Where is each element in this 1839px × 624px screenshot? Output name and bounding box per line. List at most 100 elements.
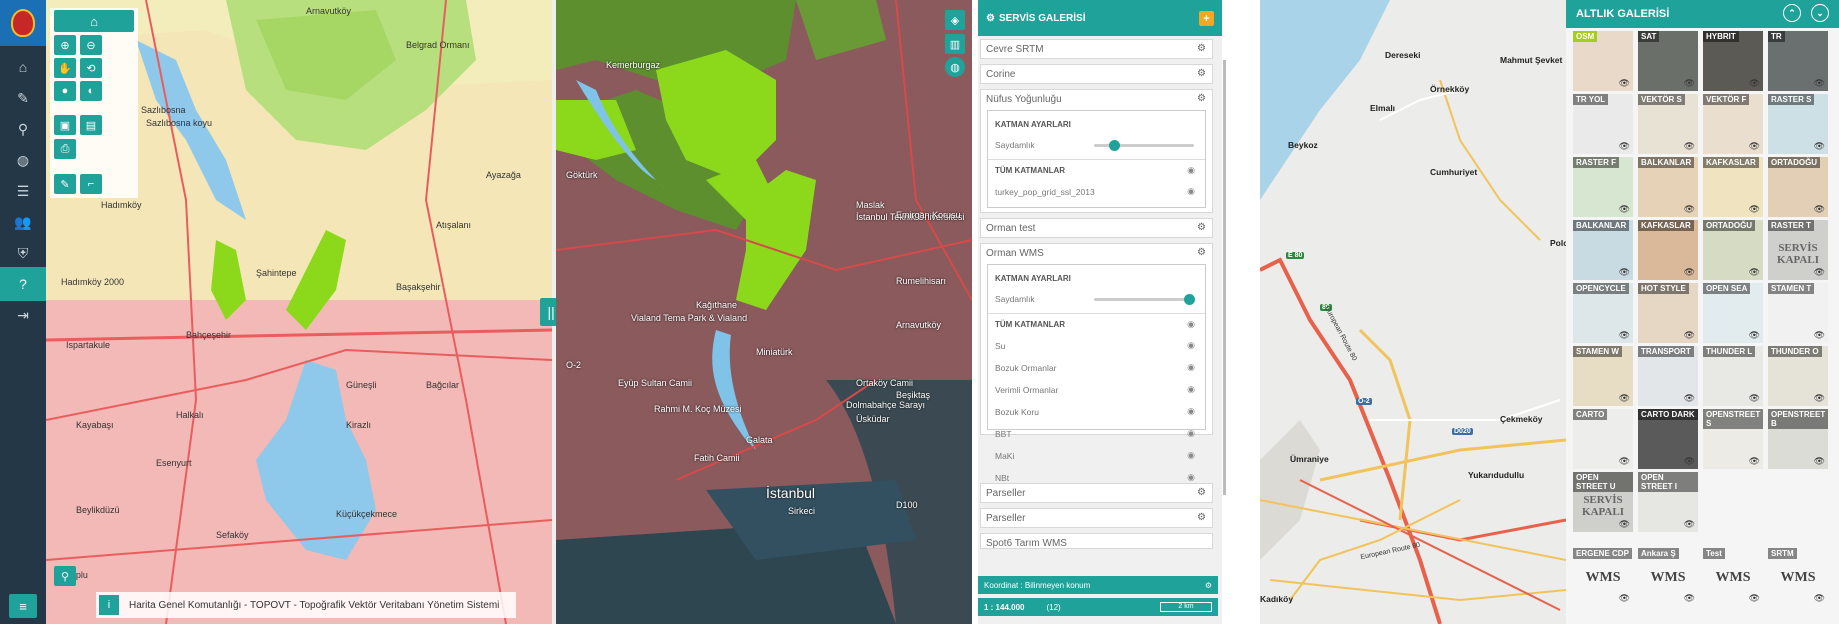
eye-slash-icon[interactable]: 👁 [1684, 393, 1695, 404]
cogs-icon[interactable]: ⚙ [1197, 247, 1206, 258]
basemap-tile[interactable]: RASTER S 👁 [1768, 94, 1828, 154]
eye-icon[interactable]: ◉ [1187, 472, 1195, 483]
draw-icon[interactable]: ✎ [54, 174, 76, 194]
eye-slash-icon[interactable]: 👁 [1619, 141, 1630, 152]
eye-icon[interactable]: ◉ [1187, 362, 1195, 373]
eye-slash-icon[interactable]: 👁 [1619, 393, 1630, 404]
map-left[interactable]: Arnavutköy Belgrad Ormanı Sazlıbosna Sazlıb… [46, 0, 552, 624]
nav-users-icon[interactable]: 👥 [0, 205, 46, 239]
cogs-icon[interactable]: ⚙ [1197, 43, 1206, 54]
layer-item[interactable]: BBT [995, 429, 1012, 439]
eye-slash-icon[interactable]: 👁 [1814, 330, 1825, 341]
eye-icon[interactable]: ◉ [1187, 165, 1195, 176]
cogs-icon[interactable]: ⚙ [1197, 222, 1206, 233]
globe-icon[interactable]: ◍ [945, 57, 965, 77]
service-box-title[interactable]: Orman WMS [986, 248, 1044, 259]
layer-item[interactable]: Bozuk Ormanlar [995, 363, 1056, 373]
basemap-tile[interactable]: TRANSPORT 👁 [1638, 346, 1698, 406]
eye-slash-icon[interactable]: 👁 [1814, 78, 1825, 89]
service-row-spot6[interactable]: Spot6 Tarım WMS [980, 533, 1213, 549]
basemap-tile[interactable]: OPEN SEA 👁 [1703, 283, 1763, 343]
basemap-tile[interactable]: CARTO DARK 👁 [1638, 409, 1698, 469]
eye-slash-icon[interactable]: 👁 [1619, 330, 1630, 341]
eye-icon[interactable]: ◉ [1187, 428, 1195, 439]
nav-help-icon[interactable]: ? [0, 267, 46, 301]
basemap-tile[interactable]: OPEN STREET U SERVİS KAPALI 👁 [1573, 472, 1633, 532]
eye-slash-icon[interactable]: 👁 [1684, 141, 1695, 152]
basemap-tile[interactable]: OPEN STREET I 👁 [1638, 472, 1698, 532]
nav-globe-icon[interactable]: ◍ [0, 143, 46, 177]
cogs-icon[interactable]: ⚙ [1197, 68, 1206, 79]
basemap-tile[interactable]: OPENSTREET B 👁 [1768, 409, 1828, 469]
chevron-down-icon[interactable]: ⌄ [1811, 4, 1829, 22]
eye-slash-icon[interactable]: 👁 [1749, 267, 1760, 278]
eye-slash-icon[interactable]: 👁 [1814, 393, 1825, 404]
wms-tile[interactable]: Ankara Ş WMS 👁 [1638, 548, 1698, 606]
eye-icon[interactable]: ◉ [1187, 319, 1195, 330]
map-right[interactable]: İstanbul Eyüp Sultan Camii Fatih Camii Mini… [556, 0, 972, 624]
info-icon[interactable]: i [99, 595, 119, 615]
rotate-icon[interactable]: ⟲ [80, 58, 102, 78]
eye-slash-icon[interactable]: 👁 [1814, 456, 1825, 467]
layer-item[interactable]: MaKi [995, 451, 1014, 461]
basemap-tile[interactable]: TR YOL 👁 [1573, 94, 1633, 154]
basemap-tile[interactable]: HYBRIT 👁 [1703, 31, 1763, 91]
nav-location-icon[interactable]: ⚲ [0, 112, 46, 146]
home-button[interactable]: ⌂ [54, 10, 134, 32]
service-row-parseller[interactable]: Parseller ⚙ [980, 508, 1213, 528]
layer-item[interactable]: turkey_pop_grid_ssl_2013 [995, 187, 1095, 197]
eye-slash-icon[interactable]: 👁 [1814, 267, 1825, 278]
eye-icon[interactable]: ◉ [1187, 406, 1195, 417]
basemap-tile[interactable]: ORTADOĞU 👁 [1768, 157, 1828, 217]
eye-slash-icon[interactable]: 👁 [1684, 330, 1695, 341]
basemap-tile[interactable]: TR 👁 [1768, 31, 1828, 91]
eye-slash-icon[interactable]: 👁 [1684, 78, 1695, 89]
service-box-title[interactable]: Nüfus Yoğunluğu [986, 94, 1062, 105]
basemap-tile[interactable]: STAMEN T 👁 [1768, 283, 1828, 343]
eye-icon[interactable]: ◉ [1187, 450, 1195, 461]
cogs-icon[interactable]: ⚙ [1205, 581, 1212, 590]
basemap-tile[interactable]: RASTER F 👁 [1573, 157, 1633, 217]
eye-slash-icon[interactable]: 👁 [1749, 593, 1760, 604]
basemap-tile[interactable]: RASTER T SERVİS KAPALI 👁 [1768, 220, 1828, 280]
eye-slash-icon[interactable]: 👁 [1619, 267, 1630, 278]
add-service-button[interactable]: + [1199, 11, 1214, 26]
opacity-slider-orman[interactable] [1094, 294, 1195, 305]
eye-slash-icon[interactable]: 👁 [1814, 204, 1825, 215]
basemap-tile[interactable]: BALKANLAR 👁 [1638, 157, 1698, 217]
slider-knob[interactable] [1184, 294, 1195, 305]
basemap-tile[interactable]: KAFKASLAR 👁 [1638, 220, 1698, 280]
basemap-tile[interactable]: OPENSTREET S 👁 [1703, 409, 1763, 469]
layer-item[interactable]: NBt [995, 473, 1009, 483]
service-row-orman-test[interactable]: Orman test ⚙ [980, 218, 1213, 238]
eye-icon[interactable]: ◉ [1187, 186, 1195, 197]
basemap-tile[interactable]: ORTADOĞU 👁 [1703, 220, 1763, 280]
drop-icon[interactable]: ● [54, 81, 76, 101]
eye-slash-icon[interactable]: 👁 [1684, 593, 1695, 604]
chevron-up-icon[interactable]: ⌃ [1783, 4, 1801, 22]
nav-shield-icon[interactable]: ⛨ [0, 236, 46, 270]
eye-slash-icon[interactable]: 👁 [1619, 78, 1630, 89]
slider-knob[interactable] [1109, 140, 1120, 151]
eye-slash-icon[interactable]: 👁 [1684, 519, 1695, 530]
measure-icon[interactable]: ⌐ [80, 174, 102, 194]
eye-icon[interactable]: ◉ [1187, 340, 1195, 351]
basemap-tile[interactable]: THUNDER O 👁 [1768, 346, 1828, 406]
zoom-out-button[interactable]: ⊖ [80, 35, 102, 55]
cogs-icon[interactable]: ⚙ [1197, 93, 1206, 104]
eye-slash-icon[interactable]: 👁 [1749, 78, 1760, 89]
basemap-tile[interactable]: CARTO 👁 [1573, 409, 1633, 469]
wms-tile[interactable]: Test WMS 👁 [1703, 548, 1763, 606]
nav-logout-icon[interactable]: ⇥ [0, 298, 46, 332]
basemap-tile[interactable]: OPENCYCLE 👁 [1573, 283, 1633, 343]
search-icon[interactable]: ⚲ [54, 566, 76, 586]
cogs-icon[interactable]: ⚙ [1197, 512, 1206, 523]
service-row-parseller[interactable]: Parseller ⚙ [980, 483, 1213, 503]
eye-slash-icon[interactable]: 👁 [1619, 519, 1630, 530]
eye-slash-icon[interactable]: 👁 [1749, 204, 1760, 215]
print-icon[interactable]: ⎙ [54, 139, 76, 159]
map-street[interactable]: Beykoz Çekmeköy Ümraniye Kadıköy Elmalı Örnek… [1260, 0, 1566, 624]
cogs-icon[interactable]: ⚙ [1197, 487, 1206, 498]
nav-edit-icon[interactable]: ✎ [0, 81, 46, 115]
service-row-cevre-srtm[interactable]: Cevre SRTM ⚙ [980, 39, 1213, 59]
